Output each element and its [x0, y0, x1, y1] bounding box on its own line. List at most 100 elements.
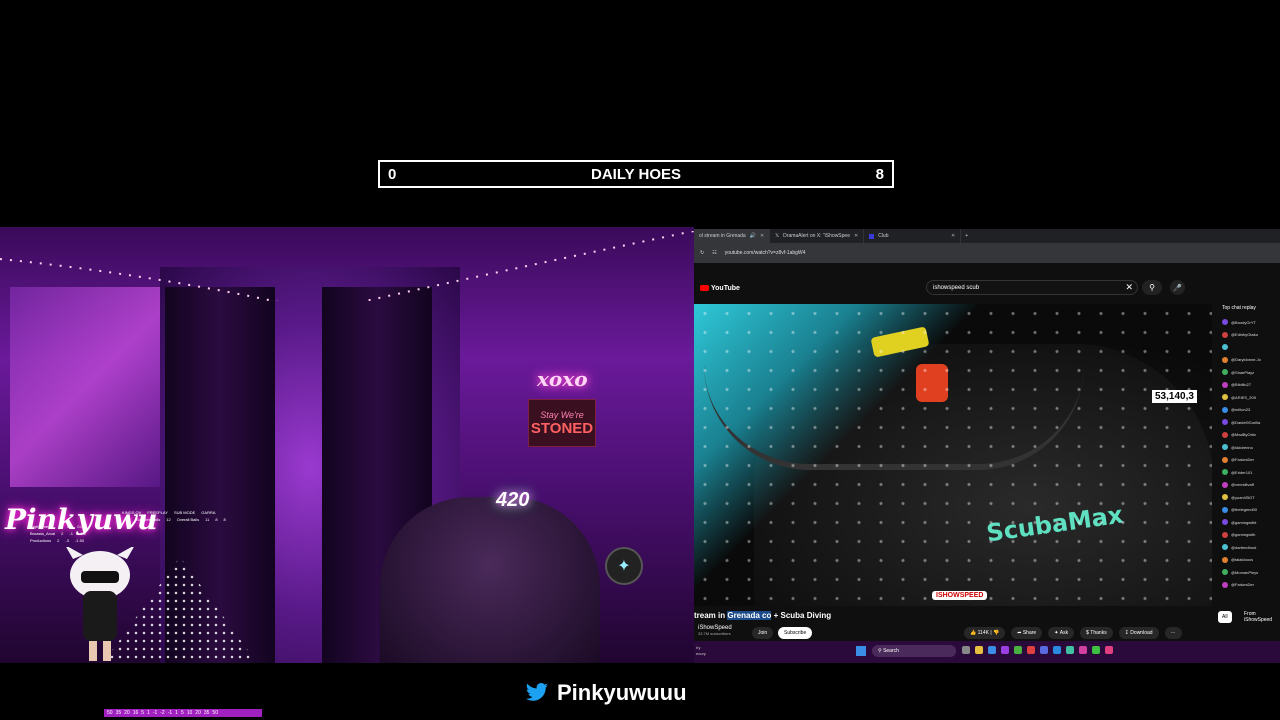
multiplier-value: 20 — [195, 710, 201, 716]
chat-avatar[interactable] — [1222, 406, 1228, 413]
chat-avatar[interactable] — [1222, 494, 1228, 501]
chat-avatar[interactable] — [1222, 381, 1228, 388]
chat-message[interactable] — [1222, 341, 1280, 354]
discord-icon[interactable] — [1040, 646, 1048, 654]
app-icon[interactable] — [1105, 646, 1113, 654]
tab-close-icon[interactable]: ✕ — [854, 233, 858, 239]
multiplier-value: 35 — [203, 710, 210, 716]
app-icon[interactable] — [1079, 646, 1087, 654]
obs-icon[interactable] — [1027, 646, 1035, 654]
search-icon[interactable]: ⚲ — [1142, 280, 1162, 295]
chat-avatar[interactable] — [1222, 456, 1228, 463]
chat-username: @MomanPleys — [1231, 569, 1259, 575]
task-view-icon[interactable] — [962, 646, 970, 654]
taskbar-search-input[interactable]: ⚲ Search — [872, 645, 956, 657]
chat-message[interactable]: @Bibiiilo27 — [1222, 379, 1280, 392]
chat-avatar[interactable] — [1222, 344, 1228, 351]
chat-message[interactable]: @BoodyOrYT — [1222, 316, 1280, 329]
scoreboard-cell: 7 — [58, 524, 61, 529]
chat-message[interactable]: @MadByOrtiz — [1222, 429, 1280, 442]
chat-avatar[interactable] — [1222, 394, 1228, 401]
chat-avatar[interactable] — [1222, 444, 1228, 451]
chat-message[interactable]: @thelegend00 — [1222, 504, 1280, 517]
chat-avatar[interactable] — [1222, 581, 1228, 588]
chat-avatar[interactable] — [1222, 356, 1228, 363]
thanks-button[interactable]: $ Thanks — [1080, 627, 1113, 639]
chat-message[interactable]: @FadorsDer — [1222, 579, 1280, 592]
chat-message[interactable]: @Erider101 — [1222, 466, 1280, 479]
scoreboard-cell: Sunnies Balls — [136, 517, 161, 522]
windows-start-icon[interactable] — [856, 646, 866, 656]
chat-message[interactable]: @Daryldonne.Jo — [1222, 354, 1280, 367]
reload-icon[interactable]: ↻ — [700, 250, 704, 256]
chat-avatar[interactable] — [1222, 419, 1228, 426]
chat-username: @milton23 — [1231, 407, 1251, 413]
browser-tab[interactable]: 𝕏 DramaAlert on X: "iShowSpee ✕ — [770, 229, 865, 243]
counter-title: DAILY HOES — [590, 165, 682, 183]
microphone-icon[interactable]: 🎤 — [1170, 280, 1185, 295]
chat-message[interactable]: @talaldoocs — [1222, 554, 1280, 567]
chat-avatar[interactable] — [1222, 431, 1228, 438]
chat-message[interactable]: @ARIES_209 — [1222, 391, 1280, 404]
chat-avatar[interactable] — [1222, 531, 1228, 538]
tab-close-icon[interactable]: ✕ — [760, 233, 764, 239]
video-actions: 👍 114K | 👎 ➦ Share ✦ Ask $ Thanks ↧ Down… — [964, 627, 1182, 639]
chat-message[interactable]: @milton23 — [1222, 404, 1280, 417]
chat-avatar[interactable] — [1222, 481, 1228, 488]
chat-avatar[interactable] — [1222, 331, 1228, 338]
clear-search-icon[interactable]: ✕ — [1125, 282, 1133, 293]
water-bubbles — [694, 304, 1212, 606]
chat-avatar[interactable] — [1222, 319, 1228, 326]
subscribe-button[interactable]: Subscribe — [778, 627, 813, 639]
viewer-count-overlay: 53,140,3 — [1152, 390, 1197, 403]
twitch-icon[interactable] — [1001, 646, 1009, 654]
chat-avatar[interactable] — [1222, 469, 1228, 476]
url-field[interactable]: youtube.com/watch?v=z8vf-1abgW4 — [725, 250, 806, 256]
edge-icon[interactable] — [988, 646, 996, 654]
chat-avatar[interactable] — [1222, 369, 1228, 376]
chat-message[interactable]: @Daniel9Gorilla — [1222, 416, 1280, 429]
chat-avatar[interactable] — [1222, 544, 1228, 551]
chat-message[interactable]: @xmesiltvaff — [1222, 479, 1280, 492]
steam-icon[interactable] — [1053, 646, 1061, 654]
youtube-search-input[interactable]: ishowspeed scub ✕ — [926, 280, 1138, 295]
chat-message[interactable]: @MomanPleys — [1222, 566, 1280, 579]
spotify-icon[interactable] — [1092, 646, 1100, 654]
join-button[interactable]: Join — [752, 627, 774, 639]
chat-message[interactable]: @EdinbyOtaku — [1222, 329, 1280, 342]
share-button[interactable]: ➦ Share — [1011, 627, 1043, 639]
chat-avatar[interactable] — [1222, 519, 1228, 526]
chat-avatar[interactable] — [1222, 506, 1228, 513]
chat-filter-all[interactable]: All — [1218, 611, 1232, 623]
chat-avatar[interactable] — [1222, 569, 1228, 576]
video-player[interactable]: ScubaMax 53,140,3 ISHOWSPEED — [694, 304, 1212, 606]
app-icon[interactable] — [1066, 646, 1074, 654]
chat-message[interactable]: @ldddrerino — [1222, 441, 1280, 454]
site-info-icon[interactable]: ☷ — [712, 250, 716, 256]
chat-avatar[interactable] — [1222, 556, 1228, 563]
file-explorer-icon[interactable] — [975, 646, 983, 654]
chat-message[interactable]: @dartendhust — [1222, 541, 1280, 554]
tab-close-icon[interactable]: ✕ — [951, 233, 955, 239]
multiplier-value: 35 — [115, 710, 122, 716]
chat-header[interactable]: Top chat replay — [1222, 305, 1280, 311]
chat-message[interactable]: @gamingwith — [1222, 529, 1280, 542]
chat-message[interactable]: @FadorsDer — [1222, 454, 1280, 467]
chat-message[interactable]: @gamingwitht — [1222, 516, 1280, 529]
download-button[interactable]: ↧ Download — [1118, 627, 1159, 639]
ask-button[interactable]: ✦ Ask — [1048, 627, 1075, 639]
youtube-logo[interactable]: YouTube — [700, 285, 740, 292]
more-actions-button[interactable]: ··· — [1164, 627, 1182, 639]
new-tab-icon[interactable]: + — [961, 233, 968, 239]
scoreboard-cell: Broasta_Arcal — [30, 531, 56, 536]
chat-message[interactable]: @yuanVBGT — [1222, 491, 1280, 504]
chrome-icon[interactable] — [1014, 646, 1022, 654]
like-button[interactable]: 👍 114K | 👎 — [964, 627, 1006, 639]
download-label: Download — [1130, 630, 1153, 636]
browser-tab[interactable]: Club ✕ — [864, 229, 962, 243]
chat-filter-from-channel[interactable]: From iShowSpeed — [1240, 611, 1280, 623]
chat-username: @MadByOrtiz — [1231, 432, 1256, 438]
twitter-bird-icon — [526, 683, 548, 701]
browser-tab[interactable]: ol stream in Grenada 🔊 ✕ — [694, 229, 771, 243]
chat-message[interactable]: @SiraePlayz — [1222, 366, 1280, 379]
